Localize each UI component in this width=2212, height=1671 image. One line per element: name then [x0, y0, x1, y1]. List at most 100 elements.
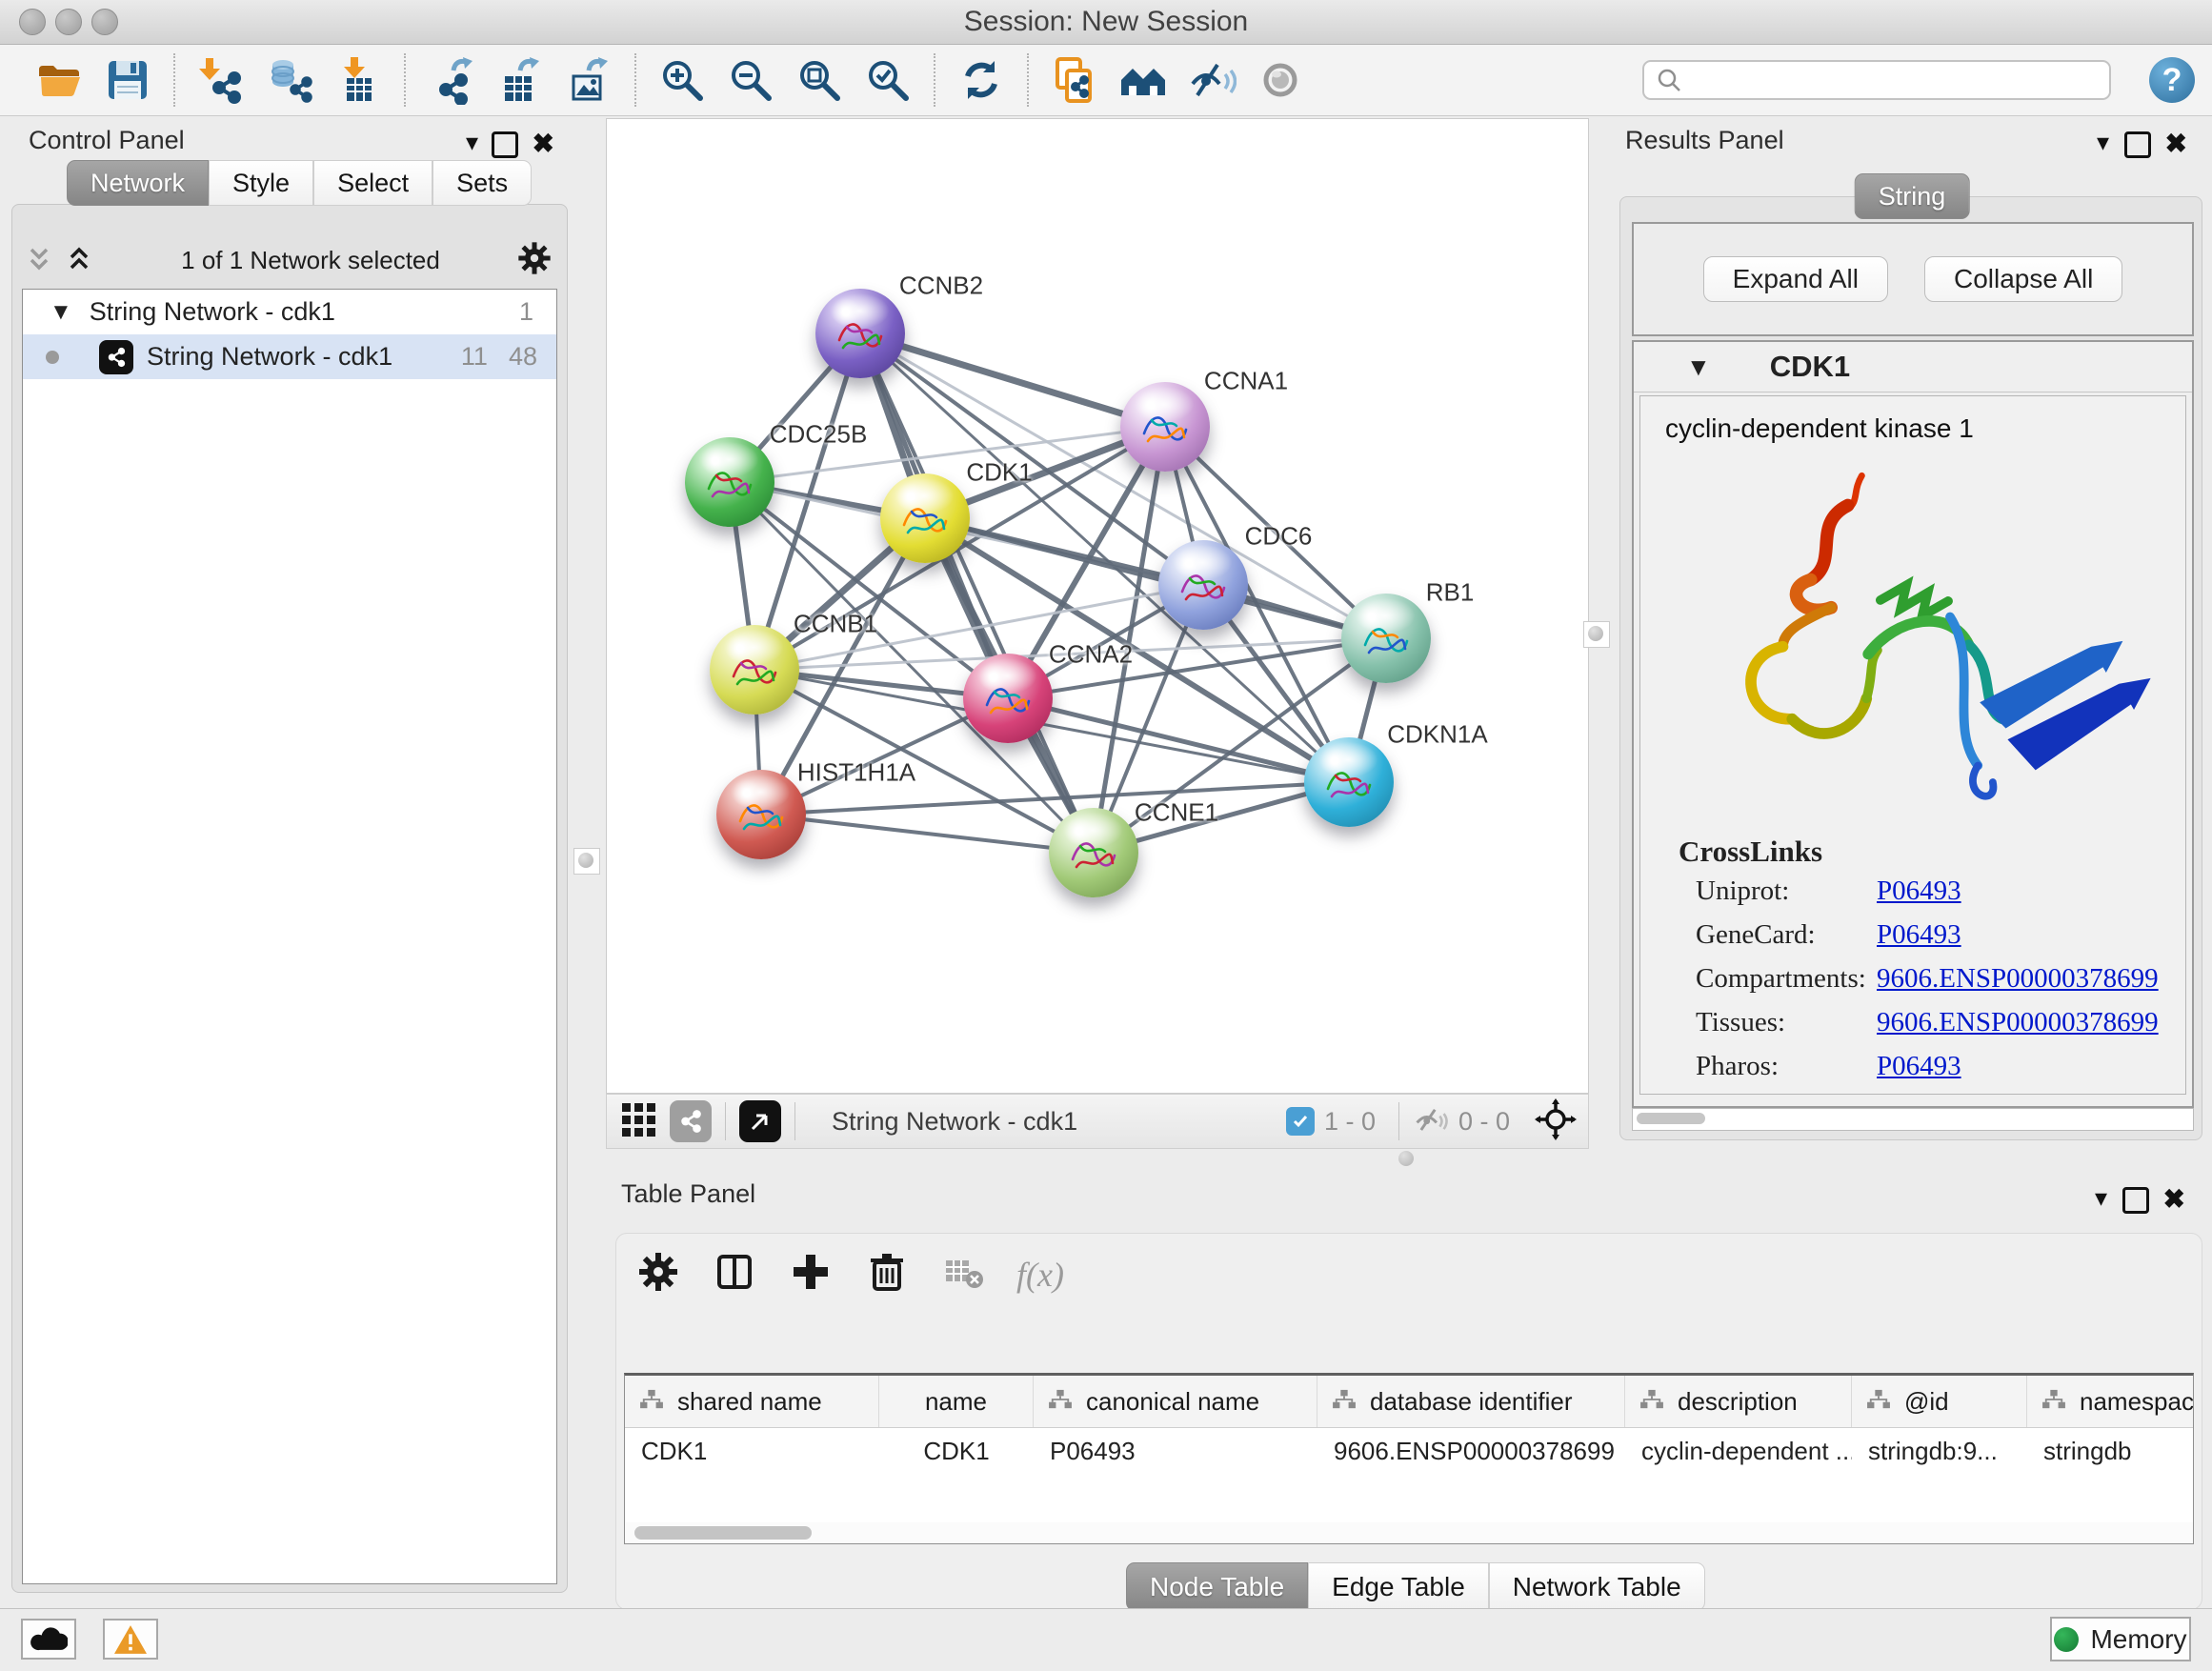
collapse-all-button[interactable]: Collapse All — [1924, 256, 2122, 302]
import-network-from-file-icon[interactable] — [195, 54, 247, 106]
zoom-in-icon[interactable] — [656, 54, 708, 106]
crosslink-link[interactable]: P06493 — [1877, 869, 2185, 913]
warnings-button[interactable] — [103, 1619, 158, 1660]
network-options-gear-icon[interactable] — [515, 239, 553, 282]
column-header-database-identifier[interactable]: database identifier — [1317, 1376, 1625, 1427]
network-edge-CCNB2-CCNA1[interactable] — [860, 333, 1165, 427]
cloud-status-button[interactable] — [21, 1619, 76, 1660]
float-panel-button[interactable]: ▾ — [466, 128, 478, 157]
network-node-CDC6[interactable] — [1158, 540, 1248, 630]
table-cell[interactable]: CDK1 — [625, 1428, 879, 1474]
selected-checkbox-icon[interactable] — [1286, 1107, 1315, 1136]
network-collection-row[interactable]: ▼ String Network - cdk1 1 — [23, 290, 556, 334]
first-neighbors-icon[interactable] — [1117, 54, 1169, 106]
maximize-panel-button[interactable] — [2124, 131, 2151, 158]
save-session-icon[interactable] — [102, 54, 153, 106]
network-edge-HIST1H1A-CCNE1[interactable] — [761, 815, 1094, 853]
fit-selected-crosshair-icon[interactable] — [1535, 1098, 1577, 1145]
column-header-shared-name[interactable]: shared name — [625, 1376, 879, 1427]
table-cell[interactable]: 9606.ENSP00000378699 — [1317, 1428, 1625, 1474]
float-panel-button[interactable]: ▾ — [2097, 128, 2109, 157]
network-row[interactable]: String Network - cdk1 11 48 — [23, 334, 556, 379]
export-image-icon[interactable] — [563, 54, 614, 106]
network-node-CCNE1[interactable] — [1049, 808, 1138, 897]
column-header--id[interactable]: @id — [1852, 1376, 2027, 1427]
table-cell[interactable]: stringdb:9... — [1852, 1428, 2027, 1474]
bottom-splitter-handle[interactable] — [1398, 1151, 1414, 1166]
search-input[interactable] — [1682, 65, 2098, 96]
maximize-panel-button[interactable] — [492, 131, 518, 158]
delete-column-icon[interactable] — [864, 1249, 910, 1299]
network-view-canvas[interactable]: CCNB2CCNA1CDC25BCDK1CDC6RB1CCNB1CCNA2CDK… — [606, 118, 1589, 1094]
protein-section-header[interactable]: ▼ CDK1 — [1634, 342, 2192, 393]
tab-network[interactable]: Network — [67, 160, 209, 206]
tab-network-table[interactable]: Network Table — [1489, 1562, 1705, 1611]
crosslink-link[interactable]: 9606.ENSP00000378699 — [1877, 1000, 2185, 1044]
expand-all-icon[interactable] — [66, 246, 92, 274]
network-node-CCNA1[interactable] — [1120, 382, 1210, 472]
tab-select[interactable]: Select — [313, 160, 432, 206]
add-column-icon[interactable] — [788, 1249, 834, 1299]
clone-network-icon[interactable] — [1049, 54, 1100, 106]
column-header-namespace[interactable]: namespace — [2027, 1376, 2194, 1427]
table-cell[interactable]: P06493 — [1034, 1428, 1317, 1474]
zoom-selected-icon[interactable] — [862, 54, 914, 106]
tab-node-table[interactable]: Node Table — [1126, 1562, 1308, 1611]
zoom-out-icon[interactable] — [725, 54, 776, 106]
tab-string[interactable]: String — [1855, 173, 1970, 219]
collection-expand-icon[interactable]: ▼ — [50, 299, 72, 326]
minimize-window-button[interactable] — [55, 9, 82, 35]
results-horizontal-scrollbar[interactable] — [1632, 1108, 2194, 1131]
open-session-icon[interactable] — [33, 54, 85, 106]
tab-edge-table[interactable]: Edge Table — [1308, 1562, 1489, 1611]
tab-style[interactable]: Style — [209, 160, 313, 206]
right-splitter-handle[interactable] — [1583, 621, 1610, 648]
network-node-CCNB2[interactable] — [815, 289, 905, 378]
table-cell[interactable]: cyclin-dependent ... — [1625, 1428, 1852, 1474]
help-button[interactable]: ? — [2149, 57, 2195, 103]
close-panel-button[interactable]: ✖ — [2163, 1183, 2185, 1215]
network-node-CDC25B[interactable] — [685, 437, 774, 527]
table-options-gear-icon[interactable] — [635, 1249, 681, 1299]
memory-button[interactable]: Memory — [2050, 1617, 2191, 1661]
network-node-CDKN1A[interactable] — [1304, 737, 1394, 827]
close-panel-button[interactable]: ✖ — [2165, 128, 2187, 159]
search-box[interactable] — [1642, 60, 2111, 100]
network-node-CDK1[interactable] — [880, 473, 970, 563]
table-horizontal-scrollbar[interactable] — [625, 1522, 2193, 1543]
table-cell[interactable]: CDK1 — [879, 1428, 1034, 1474]
network-node-RB1[interactable] — [1341, 594, 1431, 683]
section-collapse-icon[interactable]: ▼ — [1686, 352, 1711, 382]
crosslink-link[interactable]: 9606.ENSP00000378699 — [1877, 956, 2185, 1000]
table-cell[interactable]: stringdb — [2027, 1428, 2194, 1474]
network-node-CCNB1[interactable] — [710, 625, 799, 715]
expand-all-button[interactable]: Expand All — [1703, 256, 1888, 302]
show-grid-icon[interactable] — [618, 1099, 658, 1144]
column-header-canonical-name[interactable]: canonical name — [1034, 1376, 1317, 1427]
export-table-icon[interactable] — [494, 54, 546, 106]
show-all-icon[interactable] — [1255, 54, 1306, 106]
table-row[interactable]: CDK1CDK1P064939606.ENSP00000378699cyclin… — [625, 1428, 2193, 1474]
maximize-panel-button[interactable] — [2122, 1187, 2149, 1214]
close-panel-button[interactable]: ✖ — [533, 128, 554, 159]
collapse-all-icon[interactable] — [26, 246, 52, 274]
zoom-fit-content-icon[interactable] — [794, 54, 845, 106]
select-columns-icon[interactable] — [712, 1249, 757, 1299]
left-splitter-handle[interactable] — [573, 848, 600, 875]
network-share-view-icon[interactable] — [670, 1100, 712, 1142]
export-network-icon[interactable] — [426, 54, 477, 106]
refresh-view-icon[interactable] — [955, 54, 1007, 106]
crosslink-link[interactable]: P06493 — [1877, 1044, 2185, 1088]
import-network-from-database-icon[interactable] — [264, 54, 315, 106]
float-panel-button[interactable]: ▾ — [2095, 1183, 2107, 1213]
crosslink-link[interactable]: P06493 — [1877, 913, 2185, 956]
birdseye-view-icon[interactable] — [739, 1100, 781, 1142]
tab-sets[interactable]: Sets — [432, 160, 532, 206]
network-node-CCNA2[interactable] — [963, 654, 1053, 743]
column-header-name[interactable]: name — [879, 1376, 1034, 1427]
hide-selected-icon[interactable] — [1186, 54, 1237, 106]
network-node-HIST1H1A[interactable] — [716, 770, 806, 859]
close-window-button[interactable] — [19, 9, 46, 35]
column-header-description[interactable]: description — [1625, 1376, 1852, 1427]
import-table-from-file-icon[interactable] — [332, 54, 384, 106]
